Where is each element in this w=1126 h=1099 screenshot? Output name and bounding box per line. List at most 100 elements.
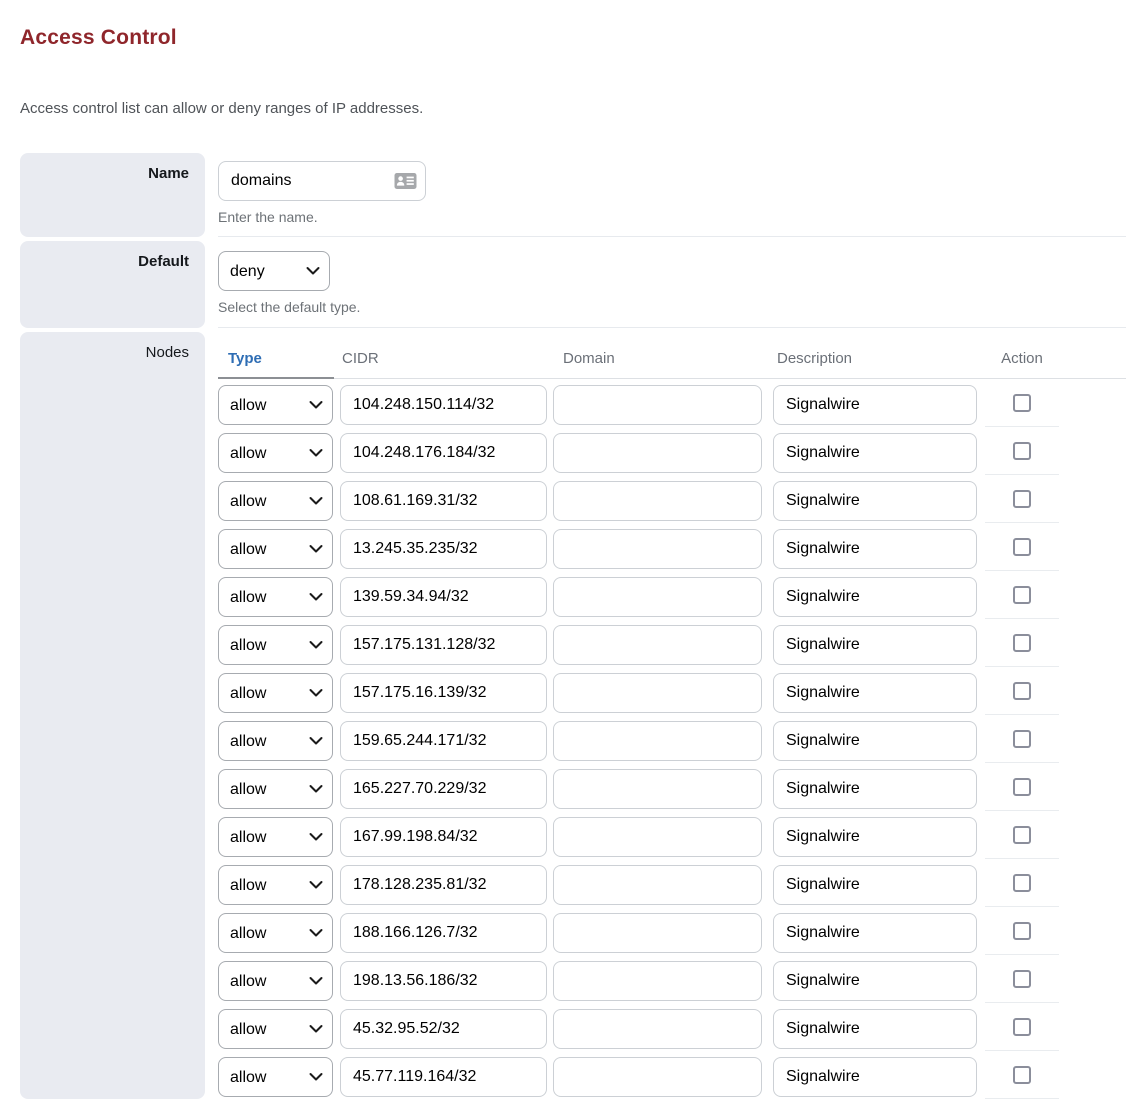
node-cidr-input[interactable] <box>340 961 547 1001</box>
node-description-input[interactable] <box>773 769 977 809</box>
page-title: Access Control <box>20 26 1126 50</box>
name-help-text: Enter the name. <box>218 208 1126 226</box>
node-description-input[interactable] <box>773 721 977 761</box>
default-row: Default deny Select the default type. <box>20 241 1126 328</box>
node-description-input[interactable] <box>773 577 977 617</box>
node-type-select[interactable]: allow <box>218 913 333 953</box>
node-cidr-input[interactable] <box>340 913 547 953</box>
node-description-input[interactable] <box>773 433 977 473</box>
node-type-select[interactable]: allow <box>218 433 333 473</box>
node-row: allow <box>218 427 1126 475</box>
node-description-input[interactable] <box>773 673 977 713</box>
node-row: allow <box>218 763 1126 811</box>
node-description-input[interactable] <box>773 961 977 1001</box>
column-header-type[interactable]: Type <box>218 349 340 369</box>
default-type-select[interactable]: deny <box>218 251 330 291</box>
node-row: allow <box>218 907 1126 955</box>
node-type-select[interactable]: allow <box>218 961 333 1001</box>
node-row: allow <box>218 475 1126 523</box>
action-checkbox[interactable] <box>1013 826 1031 844</box>
node-description-input[interactable] <box>773 1057 977 1097</box>
node-row: allow <box>218 571 1126 619</box>
name-row: Name Enter the name. <box>20 153 1126 237</box>
node-description-input[interactable] <box>773 625 977 665</box>
action-checkbox[interactable] <box>1013 922 1031 940</box>
node-domain-input[interactable] <box>553 433 762 473</box>
node-type-select[interactable]: allow <box>218 865 333 905</box>
node-domain-input[interactable] <box>553 865 762 905</box>
node-description-input[interactable] <box>773 865 977 905</box>
node-domain-input[interactable] <box>553 385 762 425</box>
node-cidr-input[interactable] <box>340 577 547 617</box>
node-cidr-input[interactable] <box>340 385 547 425</box>
node-domain-input[interactable] <box>553 769 762 809</box>
node-row: allow <box>218 619 1126 667</box>
column-header-cidr: CIDR <box>340 349 553 369</box>
node-domain-input[interactable] <box>553 913 762 953</box>
action-checkbox[interactable] <box>1013 682 1031 700</box>
node-domain-input[interactable] <box>553 817 762 857</box>
action-checkbox[interactable] <box>1013 442 1031 460</box>
node-domain-input[interactable] <box>553 577 762 617</box>
action-checkbox[interactable] <box>1013 586 1031 604</box>
action-checkbox[interactable] <box>1013 634 1031 652</box>
node-type-select[interactable]: allow <box>218 769 333 809</box>
node-domain-input[interactable] <box>553 481 762 521</box>
nodes-rows: allow allow allow <box>218 379 1126 1099</box>
action-checkbox[interactable] <box>1013 394 1031 412</box>
node-type-select[interactable]: allow <box>218 817 333 857</box>
node-domain-input[interactable] <box>553 1009 762 1049</box>
action-checkbox[interactable] <box>1013 778 1031 796</box>
node-domain-input[interactable] <box>553 961 762 1001</box>
node-type-select[interactable]: allow <box>218 529 333 569</box>
action-checkbox[interactable] <box>1013 970 1031 988</box>
node-description-input[interactable] <box>773 385 977 425</box>
node-type-select[interactable]: allow <box>218 577 333 617</box>
action-checkbox[interactable] <box>1013 538 1031 556</box>
access-control-form: Name Enter the name. Default <box>20 153 1126 1099</box>
name-label: Name <box>20 153 205 237</box>
node-cidr-input[interactable] <box>340 529 547 569</box>
node-domain-input[interactable] <box>553 673 762 713</box>
node-description-input[interactable] <box>773 817 977 857</box>
node-cidr-input[interactable] <box>340 1009 547 1049</box>
node-domain-input[interactable] <box>553 625 762 665</box>
node-row: allow <box>218 715 1126 763</box>
node-cidr-input[interactable] <box>340 865 547 905</box>
node-description-input[interactable] <box>773 529 977 569</box>
node-cidr-input[interactable] <box>340 625 547 665</box>
column-header-action: Action <box>985 349 1059 369</box>
node-type-select[interactable]: allow <box>218 721 333 761</box>
action-checkbox[interactable] <box>1013 1066 1031 1084</box>
node-description-input[interactable] <box>773 481 977 521</box>
node-cidr-input[interactable] <box>340 769 547 809</box>
node-row: allow <box>218 1003 1126 1051</box>
node-cidr-input[interactable] <box>340 673 547 713</box>
node-cidr-input[interactable] <box>340 721 547 761</box>
node-row: allow <box>218 523 1126 571</box>
node-cidr-input[interactable] <box>340 433 547 473</box>
node-domain-input[interactable] <box>553 529 762 569</box>
node-domain-input[interactable] <box>553 1057 762 1097</box>
node-domain-input[interactable] <box>553 721 762 761</box>
action-checkbox[interactable] <box>1013 874 1031 892</box>
node-description-input[interactable] <box>773 1009 977 1049</box>
node-description-input[interactable] <box>773 913 977 953</box>
nodes-row: Nodes Type CIDR Domain Description Actio… <box>20 332 1126 1099</box>
column-header-description: Description <box>773 349 985 369</box>
node-type-select[interactable]: allow <box>218 625 333 665</box>
node-type-select[interactable]: allow <box>218 385 333 425</box>
column-header-domain: Domain <box>553 349 773 369</box>
node-row: allow <box>218 955 1126 1003</box>
action-checkbox[interactable] <box>1013 490 1031 508</box>
node-type-select[interactable]: allow <box>218 673 333 713</box>
node-cidr-input[interactable] <box>340 1057 547 1097</box>
node-type-select[interactable]: allow <box>218 1009 333 1049</box>
node-cidr-input[interactable] <box>340 481 547 521</box>
action-checkbox[interactable] <box>1013 730 1031 748</box>
node-cidr-input[interactable] <box>340 817 547 857</box>
default-label: Default <box>20 241 205 328</box>
action-checkbox[interactable] <box>1013 1018 1031 1036</box>
node-type-select[interactable]: allow <box>218 1057 333 1097</box>
node-type-select[interactable]: allow <box>218 481 333 521</box>
